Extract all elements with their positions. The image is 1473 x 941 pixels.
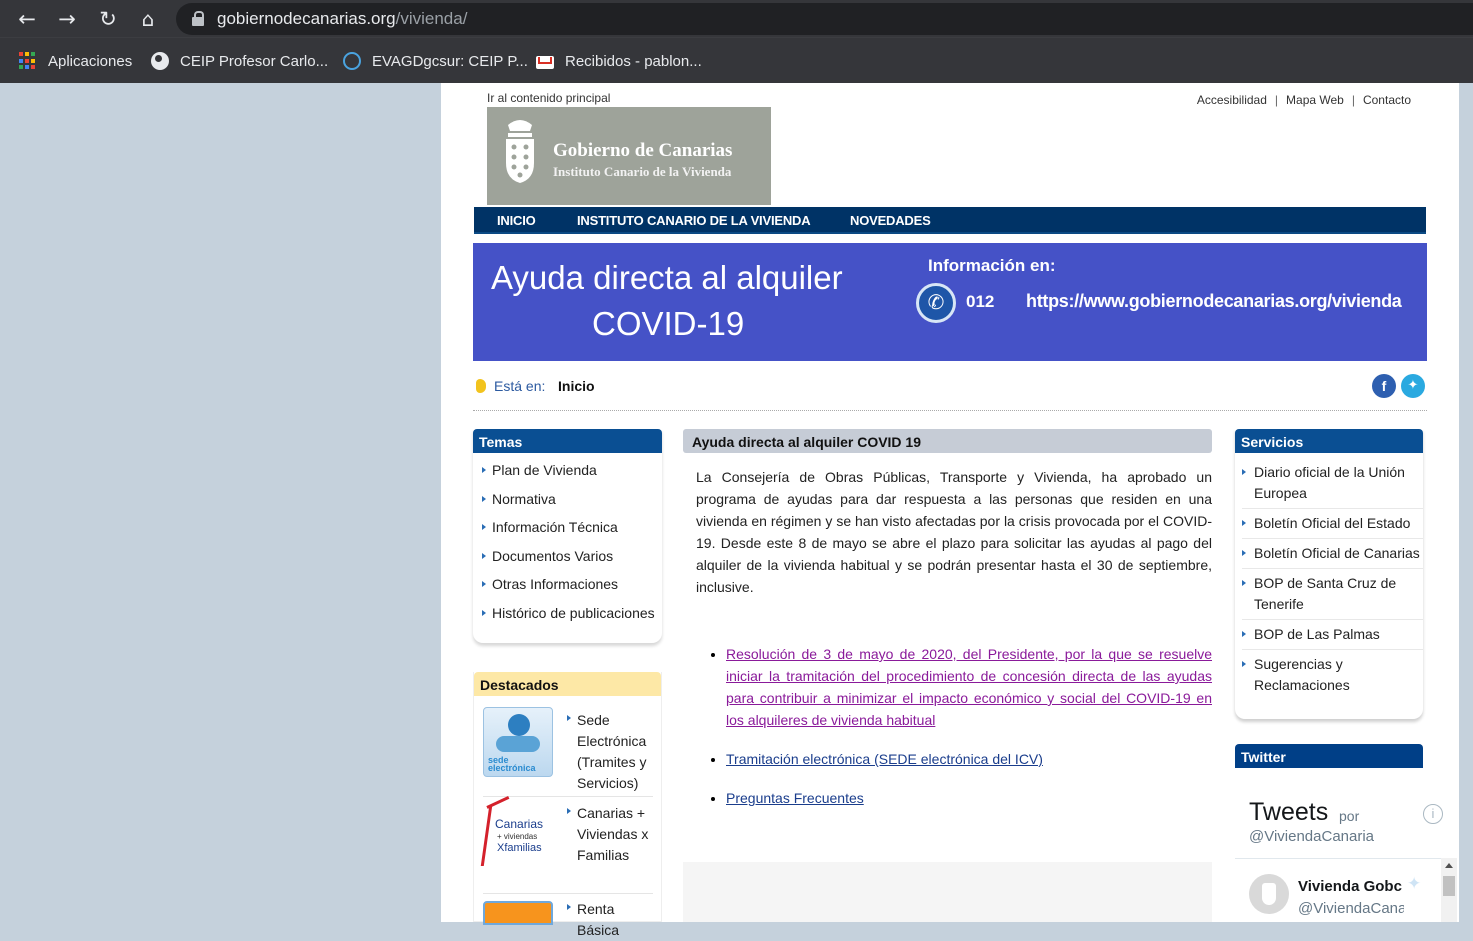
globe-icon [151, 52, 169, 70]
logo-subtitle: Instituto Canario de la Vivienda [553, 164, 732, 179]
skip-to-content-link[interactable]: Ir al contenido principal [487, 91, 610, 105]
page-margin [1459, 83, 1473, 922]
gmail-icon [536, 55, 554, 69]
home-icon[interactable]: ⌂ [135, 6, 161, 32]
article-title: Ayuda directa al alquiler COVID 19 [683, 429, 1212, 453]
web-page: Ir al contenido principal Accesibilidad |… [441, 83, 1459, 938]
nav-novedades[interactable]: NOVEDADES [850, 213, 931, 228]
servicio-item[interactable]: Boletín Oficial del Estado [1242, 509, 1423, 539]
destacado-renta-basica[interactable]: Renta Básica [483, 895, 653, 938]
servicios-title: Servicios [1235, 429, 1423, 453]
twitter-timeline[interactable]: Tweets por @ViviendaCanaria i Vivienda G… [1235, 776, 1457, 922]
servicio-item[interactable]: BOP de Santa Cruz de Tenerife [1242, 569, 1423, 620]
main-nav: INICIO INSTITUTO CANARIO DE LA VIVIENDA … [474, 207, 1426, 234]
renta-basica-image [483, 901, 553, 925]
lock-icon [192, 11, 204, 26]
canarias-viviendas-logo: Canarias + viviendas Xfamilias [480, 795, 553, 868]
top-links: Accesibilidad | Mapa Web | Contacto [1196, 93, 1411, 107]
destacados-panel: Destacados sede electrónica Sede Electró… [473, 672, 662, 938]
info-icon[interactable]: i [1423, 804, 1443, 824]
twitter-title: Twitter [1235, 744, 1423, 768]
temas-item[interactable]: Normativa [482, 491, 662, 520]
article-links: Resolución de 3 de mayo de 2020, del Pre… [726, 643, 1212, 826]
temas-title: Temas [473, 429, 662, 453]
temas-item[interactable]: Documentos Varios [482, 548, 662, 577]
facebook-icon[interactable]: f [1372, 374, 1396, 398]
destacados-title: Destacados [474, 672, 661, 696]
resolucion-link[interactable]: Resolución de 3 de mayo de 2020, del Pre… [726, 646, 1212, 728]
twitter-bird-icon[interactable]: ✦ [1401, 374, 1425, 398]
banner-title-line1: Ayuda directa al alquiler [491, 259, 843, 296]
servicio-item[interactable]: Sugerencias y Reclamaciones [1242, 650, 1423, 700]
phone-icon: ✆ [916, 283, 956, 323]
destacado-canarias-viviendas[interactable]: Canarias + viviendas Xfamilias Canarias … [480, 795, 653, 894]
contacto-link[interactable]: Contacto [1363, 93, 1411, 107]
forward-arrow-icon[interactable]: → [54, 6, 80, 32]
nav-instituto[interactable]: INSTITUTO CANARIO DE LA VIVIENDA [577, 213, 811, 228]
covid-banner[interactable]: Ayuda directa al alquiler COVID-19 Infor… [473, 243, 1427, 361]
account-handle: @ViviendaCana [1298, 900, 1404, 917]
browser-toolbar: ← → ↻ ⌂ gobiernodecanarias.org/vivienda/ [0, 0, 1473, 37]
twitter-handle-link[interactable]: @ViviendaCanaria [1249, 828, 1374, 845]
banner-url: https://www.gobiernodecanarias.org/vivie… [1026, 291, 1402, 311]
location-pin-icon [476, 379, 486, 393]
banner-phone: 012 [966, 292, 995, 311]
temas-item[interactable]: Plan de Vivienda [482, 462, 662, 491]
twitter-bird-icon: ✦ [1407, 874, 1422, 893]
temas-item[interactable]: Histórico de publicaciones [482, 605, 662, 634]
logo-title: Gobierno de Canarias [553, 140, 733, 161]
moodle-circle-icon [343, 52, 361, 70]
temas-panel: Temas Plan de Vivienda Normativa Informa… [473, 429, 662, 643]
scrollbar[interactable] [1441, 858, 1457, 922]
back-arrow-icon[interactable]: ← [14, 6, 40, 32]
banner-info-label: Información en: [928, 256, 1056, 275]
twitter-panel: Twitter Tweets por @ViviendaCanaria i Vi… [1235, 744, 1457, 922]
avatar[interactable] [1249, 874, 1289, 914]
bookmarks-bar: Aplicaciones CEIP Profesor Carlo... EVAG… [0, 37, 1473, 83]
destacado-sede[interactable]: sede electrónica Sede Electrónica (Trami… [483, 705, 653, 797]
tramitacion-link[interactable]: Tramitación electrónica (SEDE electrónic… [726, 751, 1043, 767]
nav-inicio[interactable]: INICIO [497, 213, 536, 228]
page-content: Ir al contenido principal Accesibilidad |… [473, 83, 1457, 938]
sede-electronica-image: sede electrónica [483, 707, 553, 777]
bookmark-ceip[interactable]: CEIP Profesor Carlo... [151, 50, 328, 72]
url-text: gobiernodecanarias.org/vivienda/ [217, 9, 468, 28]
servicio-item[interactable]: Diario oficial de la Unión Europea [1242, 458, 1423, 509]
apps-grid-icon [19, 52, 37, 70]
site-logo[interactable]: Gobierno de Canarias Instituto Canario d… [487, 107, 771, 205]
account-name[interactable]: Vivienda Gobc [1298, 878, 1404, 895]
bookmark-apps[interactable]: Aplicaciones [19, 50, 132, 72]
list-item: Tramitación electrónica (SEDE electrónic… [726, 748, 1212, 770]
servicios-panel: Servicios Diario oficial de la Unión Eur… [1235, 429, 1423, 719]
breadcrumb-current[interactable]: Inicio [558, 378, 595, 394]
mapa-web-link[interactable]: Mapa Web [1286, 93, 1344, 107]
list-item: Resolución de 3 de mayo de 2020, del Pre… [726, 643, 1212, 731]
accesibilidad-link[interactable]: Accesibilidad [1197, 93, 1267, 107]
tweets-label: Tweets [1249, 798, 1329, 826]
article-paragraph: La Consejería de Obras Públicas, Transpo… [696, 469, 1212, 595]
content-footer-area [683, 862, 1212, 922]
reload-icon[interactable]: ↻ [95, 6, 121, 32]
address-bar[interactable]: gobiernodecanarias.org/vivienda/ [176, 3, 1473, 35]
breadcrumb-label: Está en: [494, 378, 546, 394]
list-item: Preguntas Frecuentes [726, 787, 1212, 809]
bookmark-gmail[interactable]: Recibidos - pablon... [536, 50, 702, 72]
banner-title-line2: COVID-19 [592, 305, 745, 342]
servicio-item[interactable]: BOP de Las Palmas [1242, 620, 1423, 650]
temas-item[interactable]: Otras Informaciones [482, 576, 662, 605]
temas-item[interactable]: Información Técnica [482, 519, 662, 548]
coat-of-arms-icon [506, 120, 534, 183]
breadcrumb: Está en: Inicio f ✦ [473, 374, 1427, 411]
preguntas-link[interactable]: Preguntas Frecuentes [726, 790, 864, 806]
bookmark-evagd[interactable]: EVAGDgcsur: CEIP P... [343, 50, 528, 72]
servicio-item[interactable]: Boletín Oficial de Canarias [1242, 539, 1423, 569]
